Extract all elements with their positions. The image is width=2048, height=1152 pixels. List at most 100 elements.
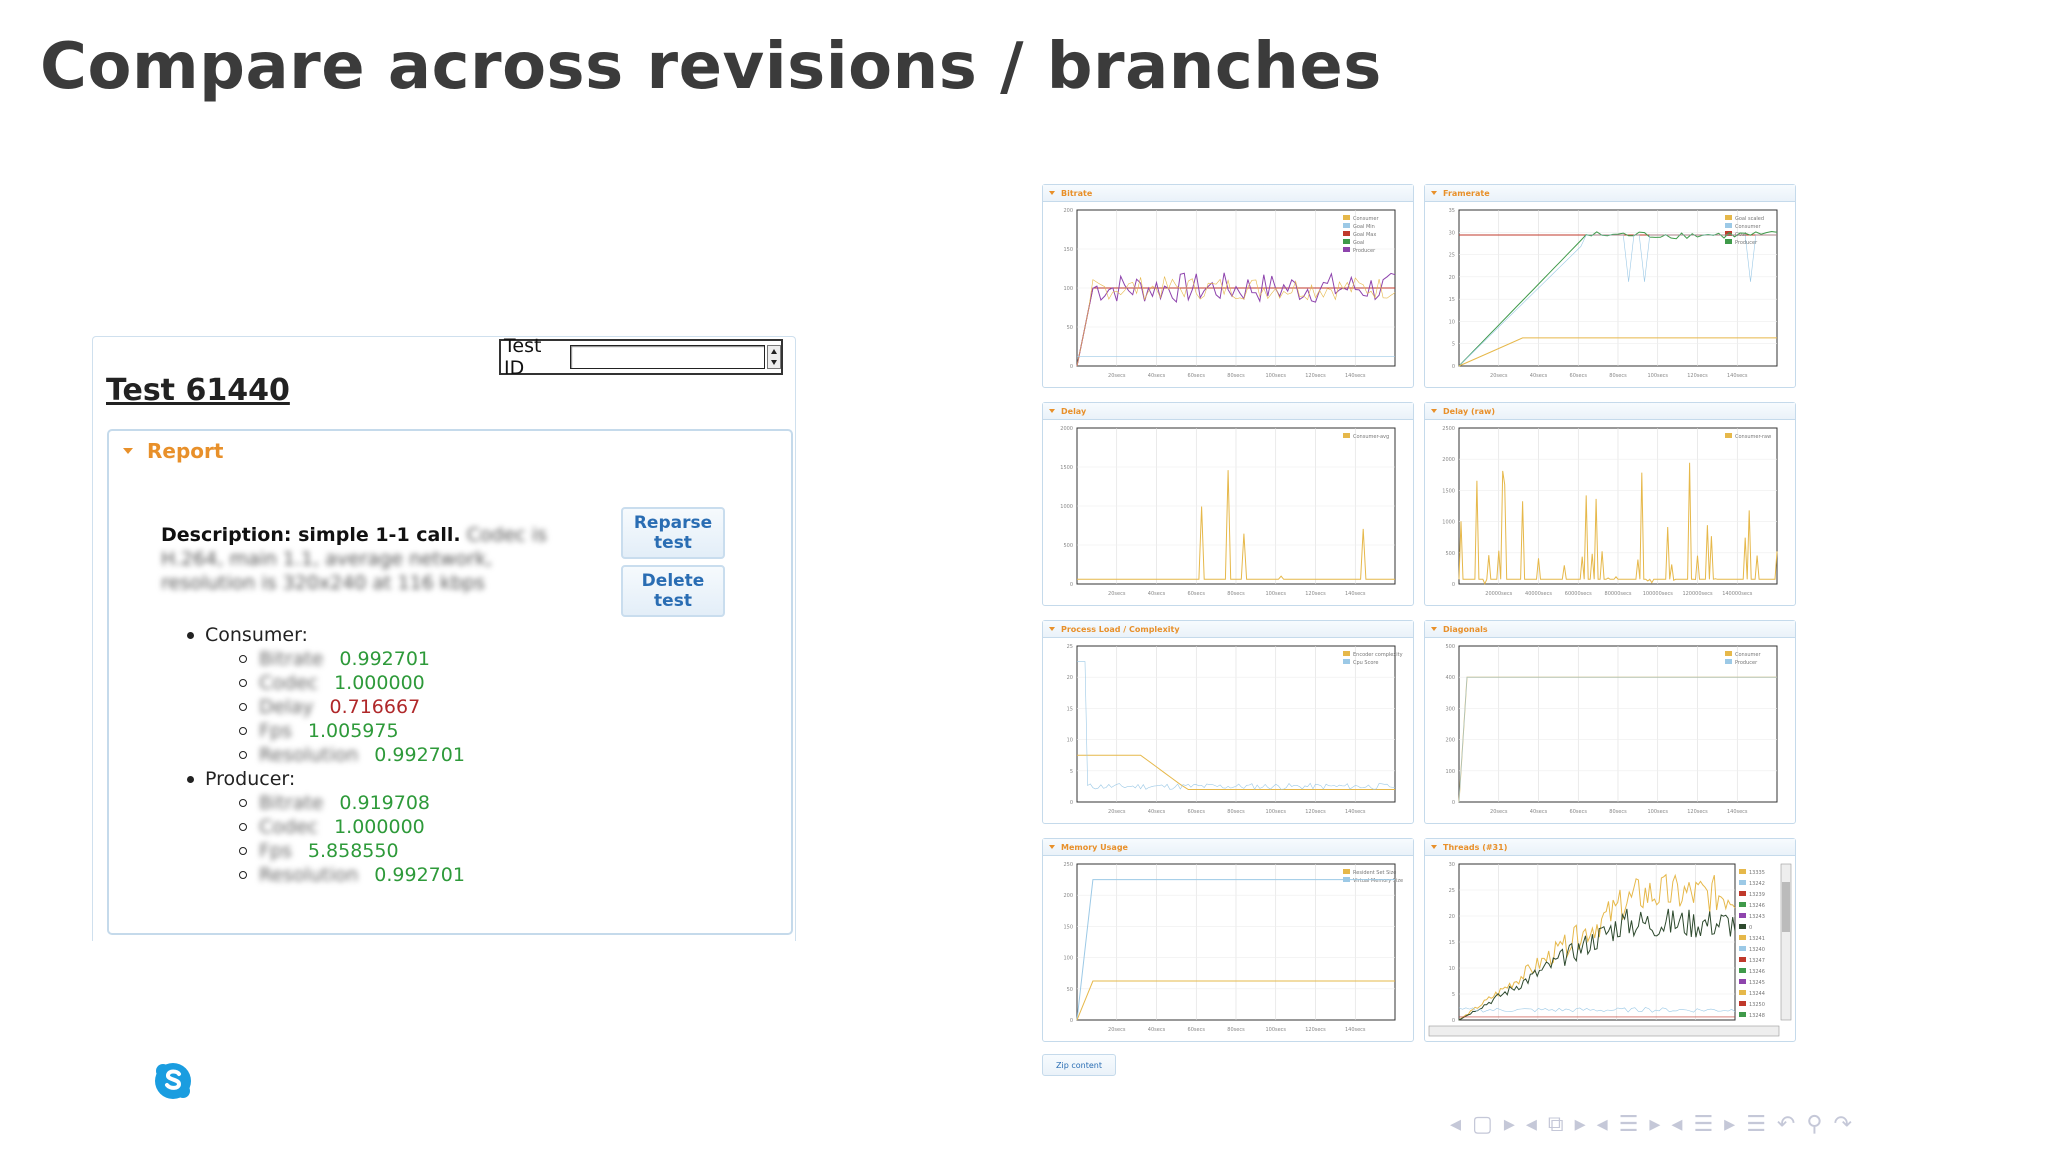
chart-header[interactable]: Memory Usage (1043, 839, 1413, 856)
test-heading[interactable]: Test 61440 (106, 373, 290, 408)
y-tick-label: 10 (1067, 738, 1073, 744)
x-tick-label: 40secs (1148, 373, 1166, 379)
legend-label: 13246 (1749, 903, 1765, 909)
legend-label: Consumer (1735, 224, 1761, 230)
legend-swatch (1739, 979, 1746, 984)
y-tick-label: 20 (1449, 914, 1455, 920)
legend-swatch (1725, 651, 1732, 656)
x-tick-label: 140secs (1345, 591, 1366, 597)
y-tick-label: 15 (1067, 706, 1073, 712)
metric-key: Delay (259, 696, 314, 718)
consumer-metric-bitrate: Bitrate 0.992701 (187, 647, 465, 671)
scrollbar-thumb (1782, 882, 1790, 932)
chart-svg: 20secs 40secs 60secs 80secs 100secs 120secs 14… (1060, 426, 1396, 597)
chart-svg: 20secs 40secs 60secs 80secs 100secs 120secs 14… (1445, 644, 1778, 815)
consumer-metric-delay: Delay 0.716667 (187, 695, 465, 719)
metric-value: 1.000000 (334, 816, 425, 838)
producer-metric-codec: Codec 1.000000 (187, 815, 465, 839)
legend-swatch (1343, 433, 1350, 438)
legend-label: Consumer (1735, 652, 1761, 658)
legend-label: 13240 (1749, 947, 1765, 953)
triangle-down-icon (1049, 191, 1055, 195)
reparse-test-button[interactable]: Reparse test (621, 507, 725, 559)
chart-header[interactable]: Diagonals (1425, 621, 1795, 638)
y-tick-label: 5 (1452, 992, 1455, 998)
beamer-navigation[interactable]: ◂ ▢ ▸ ◂ ⧉ ▸ ◂ ☰ ▸ ◂ ☰ ▸ ☰ ↶ ⚲ ↷ (1450, 1112, 1854, 1137)
producer-metric-resolution: Resolution 0.992701 (187, 863, 465, 887)
x-tick-label: 60secs (1188, 373, 1206, 379)
chart-header[interactable]: Process Load / Complexity (1043, 621, 1413, 638)
x-tick-label: 100secs (1265, 591, 1286, 597)
y-tick-label: 25 (1449, 888, 1455, 894)
testid-input[interactable] (570, 345, 766, 369)
delete-test-button[interactable]: Delete test (621, 565, 725, 617)
y-tick-label: 15 (1449, 297, 1455, 303)
x-tick-label: 40secs (1148, 1027, 1166, 1033)
chart-header[interactable]: Bitrate (1043, 185, 1413, 202)
legend-swatch (1739, 935, 1746, 940)
y-tick-label: 0 (1070, 364, 1073, 370)
chart-header[interactable]: Delay (raw) (1425, 403, 1795, 420)
chart-header[interactable]: Threads (#31) (1425, 839, 1795, 856)
spinner-arrows-icon[interactable] (767, 345, 781, 369)
x-tick-label: 120secs (1305, 1027, 1326, 1033)
consumer-metric-resolution: Resolution 0.992701 (187, 743, 465, 767)
legend-label: 13247 (1749, 958, 1765, 964)
y-tick-label: 500 (1063, 543, 1073, 549)
x-tick-label: 120000secs (1682, 591, 1713, 597)
chart-title: Bitrate (1061, 188, 1093, 198)
y-tick-label: 200 (1063, 208, 1073, 214)
legend-label: 0 (1749, 925, 1752, 931)
metric-key: Codec (259, 672, 319, 694)
legend-label: 13242 (1749, 881, 1765, 887)
y-tick-label: 150 (1063, 924, 1073, 930)
metric-key: Bitrate (259, 648, 324, 670)
y-tick-label: 25 (1449, 253, 1455, 259)
chart-svg: 20secs 40secs 60secs 80secs 100secs 120secs 14… (1063, 208, 1396, 379)
x-tick-label: 140secs (1727, 809, 1748, 815)
x-tick-label: 120secs (1687, 809, 1708, 815)
report-toggle[interactable]: Report (123, 439, 223, 463)
triangle-down-icon (123, 448, 133, 454)
metric-value: 5.858550 (307, 840, 399, 862)
y-tick-label: 50 (1067, 325, 1073, 331)
chart-header[interactable]: Delay (1043, 403, 1413, 420)
x-tick-label: 100secs (1647, 809, 1668, 815)
description-label: Description: simple 1-1 call. (161, 524, 461, 546)
chart-header[interactable]: Framerate (1425, 185, 1795, 202)
chart-panel-6: Diagonals 20secs 40secs 60secs 80secs 100secs… (1424, 620, 1796, 824)
x-tick-label: 60000secs (1565, 591, 1592, 597)
y-tick-label: 50 (1067, 987, 1073, 993)
legend-label: 13246 (1749, 969, 1765, 975)
zip-content-button[interactable]: Zip content (1042, 1054, 1116, 1076)
legend-swatch (1343, 659, 1350, 664)
chart-title: Delay (raw) (1443, 406, 1496, 416)
triangle-down-icon (1431, 191, 1437, 195)
legend-label: 13250 (1749, 1002, 1765, 1008)
x-tick-label: 40secs (1530, 373, 1548, 379)
x-tick-label: 140secs (1345, 373, 1366, 379)
test-panel: Test ID Test 61440 Report Reparse test De… (92, 335, 796, 941)
x-tick-label: 80secs (1227, 373, 1245, 379)
y-tick-label: 5 (1452, 342, 1455, 348)
x-tick-label: 140secs (1345, 1027, 1366, 1033)
consumer-label: Consumer: (187, 623, 465, 647)
x-tick-label: 20000secs (1485, 591, 1512, 597)
skype-logo-icon (155, 1063, 191, 1099)
chart-panel-3: Delay 20secs 40secs 60secs 80secs 100secs 120s… (1042, 402, 1414, 606)
y-tick-label: 500 (1445, 551, 1455, 557)
legend-swatch (1739, 957, 1746, 962)
legend-label: Producer (1735, 660, 1758, 666)
legend-swatch (1739, 913, 1746, 918)
legend-swatch (1739, 869, 1746, 874)
producer-label: Producer: (187, 767, 465, 791)
legend-swatch (1739, 891, 1746, 896)
y-tick-label: 5 (1070, 769, 1073, 775)
y-tick-label: 35 (1449, 208, 1455, 214)
chart-panel-1: Bitrate 20secs 40secs 60secs 80secs 100secs 12… (1042, 184, 1414, 388)
chart-title: Framerate (1443, 188, 1490, 198)
x-tick-label: 120secs (1305, 591, 1326, 597)
legend-label: Consumer-avg (1353, 434, 1389, 440)
report-title: Report (147, 439, 224, 463)
triangle-down-icon (1431, 627, 1437, 631)
